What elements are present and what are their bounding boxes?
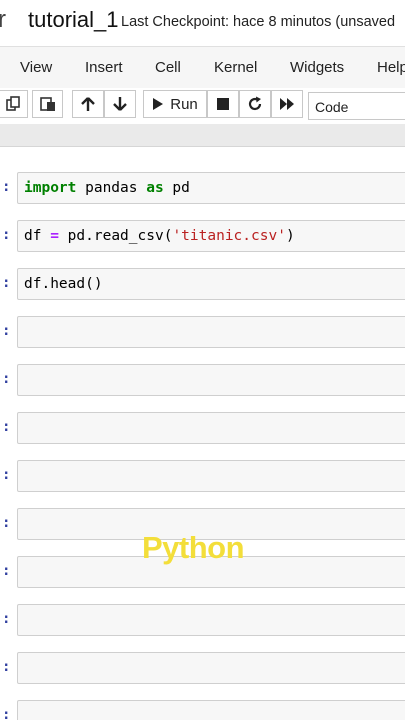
menu-widgets[interactable]: Widgets (290, 59, 344, 76)
code-token: pd (163, 180, 190, 196)
python-watermark: Python (142, 530, 245, 565)
cell-input[interactable] (17, 604, 405, 636)
notebook-cell[interactable]: : (0, 460, 405, 492)
menu-view[interactable]: View (20, 59, 52, 76)
jupyter-logo-fragment[interactable]: r (0, 6, 6, 34)
cell-input[interactable]: df.head() (17, 268, 405, 300)
menu-kernel[interactable]: Kernel (214, 59, 257, 76)
cell-input[interactable] (17, 412, 405, 444)
menu-help[interactable]: Help (377, 59, 405, 76)
menu-cell[interactable]: Cell (155, 59, 181, 76)
notebook-container[interactable]: : import pandas as pd: df = pd.read_csv('t… (0, 147, 405, 720)
cell-prompt: : (2, 419, 11, 435)
run-button[interactable]: Run (143, 90, 207, 118)
cell-code: df = pd.read_csv('titanic.csv') (24, 228, 295, 244)
code-token: import (24, 180, 77, 196)
menu-insert[interactable]: Insert (85, 59, 123, 76)
stop-icon (217, 98, 229, 110)
cell-code: import pandas as pd (24, 180, 190, 196)
copy-icon (5, 96, 21, 112)
notebook-cell[interactable]: : (0, 364, 405, 396)
cell-prompt: : (2, 323, 11, 339)
cell-prompt: : (2, 611, 11, 627)
code-token: pd.read_csv( (58, 228, 173, 244)
cell-input[interactable] (17, 700, 405, 720)
cell-prompt: : (2, 467, 11, 483)
move-down-icon (112, 96, 128, 112)
paste-button[interactable] (32, 90, 63, 118)
cell-code: df.head() (24, 276, 103, 292)
cell-prompt: : (2, 659, 11, 675)
cell-prompt: : (2, 275, 11, 291)
move-up-icon (80, 96, 96, 112)
cell-prompt: : (2, 179, 11, 195)
restart-button[interactable] (239, 90, 271, 118)
cell-input[interactable] (17, 316, 405, 348)
code-token: pandas (76, 180, 147, 196)
move-up-button[interactable] (72, 90, 104, 118)
menu-bar: View Insert Cell Kernel Widgets Help (0, 46, 405, 90)
run-icon (152, 97, 164, 111)
cell-input[interactable] (17, 364, 405, 396)
notebook-cell[interactable]: : import pandas as pd (0, 172, 405, 204)
notebook-cell[interactable]: : df.head() (0, 268, 405, 300)
cell-prompt: : (2, 227, 11, 243)
cell-input[interactable]: import pandas as pd (17, 172, 405, 204)
cell-prompt: : (2, 371, 11, 387)
notebook-cell[interactable]: : (0, 412, 405, 444)
notebook-title[interactable]: tutorial_1 (28, 7, 119, 33)
run-label: Run (170, 95, 198, 113)
restart-icon (247, 96, 263, 112)
fast-forward-button[interactable] (271, 90, 303, 118)
notebook-cell[interactable]: : (0, 316, 405, 348)
checkpoint-status: Last Checkpoint: hace 8 minutos (unsaved (121, 14, 396, 30)
cell-input[interactable] (17, 460, 405, 492)
notebook-cell[interactable]: : (0, 604, 405, 636)
toolbar-separator (0, 124, 405, 147)
paste-icon (39, 96, 56, 112)
notebook-cell[interactable]: : (0, 700, 405, 720)
stop-button[interactable] (207, 90, 239, 118)
cell-prompt: : (2, 563, 11, 579)
code-token: as (146, 180, 164, 196)
code-token: df (24, 228, 51, 244)
fast-forward-icon (279, 97, 295, 111)
cell-input[interactable] (17, 652, 405, 684)
cell-input[interactable]: df = pd.read_csv('titanic.csv') (17, 220, 405, 252)
cell-prompt: : (2, 707, 11, 720)
cell-prompt: : (2, 515, 11, 531)
code-token: 'titanic.csv' (172, 228, 286, 244)
notebook-cell[interactable]: : (0, 652, 405, 684)
cell-type-select[interactable]: Code (308, 92, 405, 120)
notebook-header: r tutorial_1 Last Checkpoint: hace 8 min… (0, 0, 405, 46)
code-token: ) (285, 228, 295, 244)
copy-button[interactable] (0, 90, 28, 118)
code-token: = (50, 228, 59, 244)
code-token: df.head() (24, 276, 103, 292)
move-down-button[interactable] (104, 90, 136, 118)
notebook-cell[interactable]: : df = pd.read_csv('titanic.csv') (0, 220, 405, 252)
